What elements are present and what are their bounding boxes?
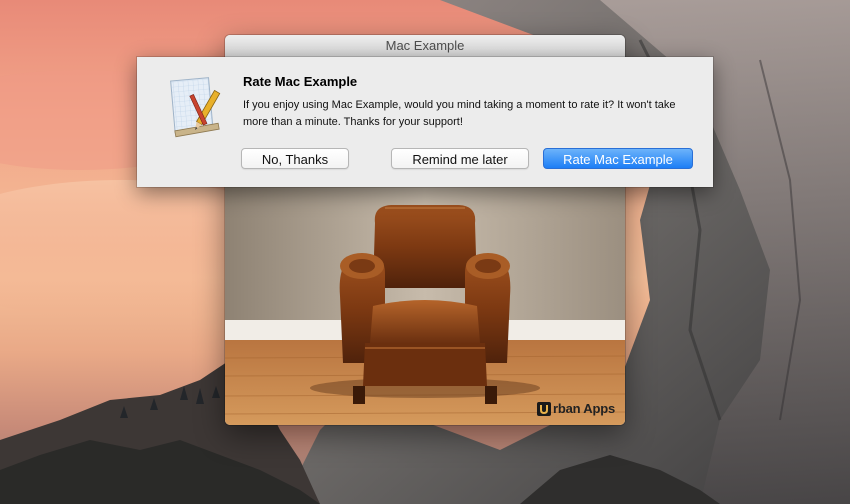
- remind-later-button[interactable]: Remind me later: [391, 148, 529, 169]
- rate-alert-sheet: Rate Mac Example If you enjoy using Mac …: [137, 57, 713, 187]
- alert-title: Rate Mac Example: [243, 74, 358, 89]
- brand-text: rban Apps: [552, 401, 615, 416]
- rate-button[interactable]: Rate Mac Example: [543, 148, 693, 169]
- app-icon: [165, 75, 225, 139]
- no-thanks-button[interactable]: No, Thanks: [241, 148, 349, 169]
- alert-message: If you enjoy using Mac Example, would yo…: [243, 99, 676, 128]
- urban-apps-logo: rban Apps: [536, 401, 615, 416]
- window-title: Mac Example: [225, 35, 625, 58]
- urban-apps-icon: [536, 401, 551, 416]
